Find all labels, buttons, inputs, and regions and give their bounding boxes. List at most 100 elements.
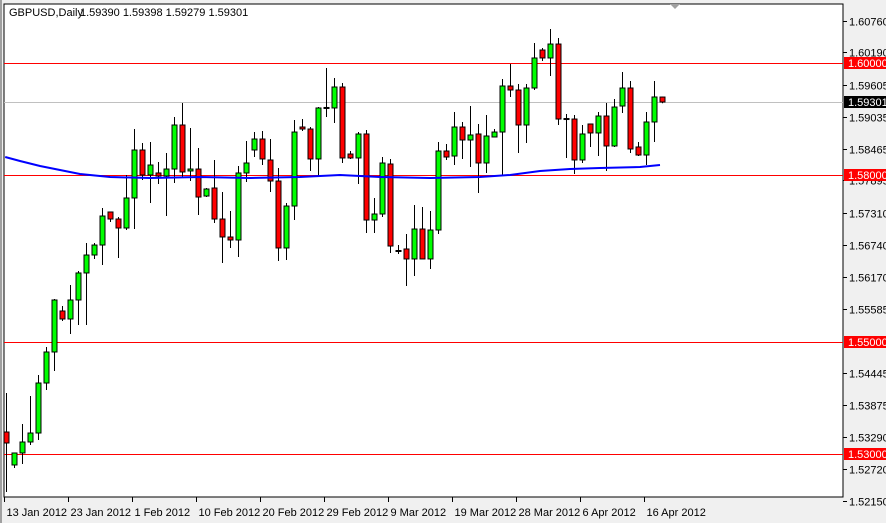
candle-body (355, 133, 362, 159)
candle (203, 187, 210, 198)
candle-body (51, 299, 58, 353)
x-tick-label: 29 Feb 2012 (327, 507, 389, 519)
candle (387, 158, 394, 253)
candle-body (155, 172, 162, 177)
candle-body (555, 43, 562, 120)
candle-body (635, 146, 642, 156)
candle-body (507, 85, 514, 91)
candle-body (515, 89, 522, 126)
candle-body (411, 228, 418, 260)
candle-body (467, 134, 474, 141)
candle-body (259, 138, 266, 160)
y-tick-label: 1.52720 (849, 465, 886, 477)
candle-body (275, 180, 282, 249)
candle (275, 168, 282, 261)
candle-body (91, 244, 98, 256)
candle-body (475, 133, 482, 164)
candle-body (483, 135, 490, 164)
level-price-tag: 1.60000 (848, 58, 886, 70)
y-tick-label: 1.56170 (849, 273, 886, 285)
candle (659, 96, 666, 104)
candle-body (131, 149, 138, 199)
candle-body (163, 168, 170, 177)
candle-body (339, 86, 346, 159)
candle-body (67, 299, 74, 320)
y-tick-label: 1.58465 (849, 145, 886, 157)
candle-body (371, 213, 378, 221)
level-price-tag: 1.58000 (848, 170, 886, 182)
y-tick-label: 1.55585 (849, 305, 886, 317)
candle-body (651, 96, 658, 123)
candle-body (251, 138, 258, 151)
x-tick-label: 13 Jan 2012 (7, 507, 68, 519)
candle-body (539, 49, 546, 59)
candle (35, 374, 42, 440)
x-tick-label: 19 Mar 2012 (455, 507, 517, 519)
candle-body (99, 215, 106, 246)
y-tick-label: 1.60760 (849, 17, 886, 29)
candle-body (35, 382, 42, 434)
x-tick-label: 10 Feb 2012 (199, 507, 261, 519)
candle-body (235, 172, 242, 241)
candle-body (59, 310, 66, 320)
candle (379, 157, 386, 218)
candle-body (83, 254, 90, 274)
candle-body (123, 197, 130, 229)
candle (363, 130, 370, 234)
x-tick-label: 9 Mar 2012 (391, 507, 447, 519)
candle (555, 38, 562, 125)
y-tick-label: 1.59605 (849, 81, 886, 93)
candle-body (619, 87, 626, 107)
candle-body (571, 118, 578, 161)
candle-body (203, 188, 210, 197)
candle-body (211, 187, 218, 220)
candle-body (523, 87, 530, 126)
candle (291, 120, 298, 221)
candle-body (299, 126, 306, 130)
candle-body (315, 107, 322, 160)
candle-body (419, 228, 426, 260)
candle-body (147, 164, 154, 176)
price-chart[interactable]: 1.607601.601901.596051.590351.584651.578… (0, 0, 886, 523)
symbol-timeframe: GBPUSD,Daily (9, 7, 83, 19)
candle-body (187, 168, 194, 172)
candle-body (627, 87, 634, 150)
candle-body (43, 351, 50, 384)
candle-body (75, 272, 82, 301)
candle-body (115, 218, 122, 229)
x-tick-label: 28 Mar 2012 (519, 507, 581, 519)
y-tick-label: 1.59035 (849, 113, 886, 125)
y-tick-label: 1.57310 (849, 209, 886, 221)
ohlc-readout: 1.59390 1.59398 1.59279 1.59301 (80, 7, 248, 19)
candle-body (435, 150, 442, 231)
candle-body (11, 452, 18, 466)
candle-body (587, 123, 594, 134)
y-tick-label: 1.52150 (849, 497, 886, 509)
level-price-tag: 1.55000 (848, 337, 886, 349)
y-tick-label: 1.54445 (849, 369, 886, 381)
candle-body (451, 126, 458, 157)
candle (435, 142, 442, 235)
candle (339, 82, 346, 163)
level-price-tag: 1.53000 (848, 449, 886, 461)
candle-body (243, 162, 250, 174)
candle-body (179, 124, 186, 173)
candle-body (379, 162, 386, 215)
x-tick-label: 20 Feb 2012 (263, 507, 325, 519)
candle-body (459, 126, 466, 141)
candle-body (595, 115, 602, 134)
candle-body (403, 248, 410, 260)
candle-body (291, 131, 298, 207)
candle-body (19, 441, 26, 454)
candle-body (659, 96, 666, 103)
x-tick-label: 6 Apr 2012 (583, 507, 636, 519)
candle-body (427, 229, 434, 260)
bid-price-tag: 1.59301 (848, 97, 886, 109)
candle-body (307, 128, 314, 160)
candle-body (283, 205, 290, 249)
y-tick-label: 1.56740 (849, 241, 886, 253)
candle-body (3, 431, 10, 444)
candle-body (547, 43, 554, 59)
x-tick-label: 1 Feb 2012 (135, 507, 191, 519)
candle-body (139, 149, 146, 176)
